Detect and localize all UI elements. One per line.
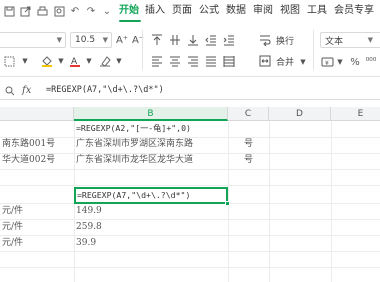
export-icon[interactable] [18,4,32,18]
zoom-formula-icon[interactable] [3,84,17,98]
align-top-icon[interactable] [150,33,164,47]
clear-format-icon[interactable] [98,54,112,68]
cell-b9[interactable]: 39.9 [76,236,96,251]
column-header-a[interactable] [0,107,74,121]
cell-c2[interactable]: 号 [244,137,253,152]
chevron-down-icon[interactable]: ▼ [296,55,310,69]
font-size-select[interactable]: 10.5 ▼ [70,32,112,48]
redo-icon[interactable]: ↷ [84,4,98,18]
chevron-down-icon: ▼ [367,36,373,44]
wrap-text-icon[interactable] [258,33,272,47]
chevron-down-icon[interactable]: ▼ [333,55,347,69]
tab-tools[interactable]: 工具 [307,3,327,19]
spreadsheet-grid[interactable]: =REGEXP(A2,"[一-龟]+",0) 南东路001号 广东省深圳市罗湖区… [0,121,380,282]
align-left-icon[interactable] [150,54,164,68]
align-bottom-icon[interactable] [186,33,200,47]
undo-icon[interactable]: ↶ [68,4,82,18]
cell-b7[interactable]: 149.9 [76,204,102,219]
tab-insert[interactable]: 插入 [145,3,165,19]
save-icon[interactable] [2,4,16,18]
percent-icon[interactable]: % [348,55,362,69]
ribbon-toolbar: ▼ 10.5 ▼ A⁺ A⁻ ▼ ▼ A ▼ ▼ 换行 合并 ▼ 文本 ▼ ¥ … [0,22,380,77]
cell-b8[interactable]: 259.8 [76,220,102,235]
grid-line [0,251,380,252]
cell-b2[interactable]: 广东省深圳市罗湖区深南东路 [76,137,193,152]
grid-line [269,121,270,282]
thousands-separator-icon[interactable]: ⁰⁰⁰ [364,55,378,69]
formula-input[interactable]: =REGEXP(A7,"\d+\.?\d*") [46,85,164,95]
font-grow-icon[interactable]: A⁺ [115,33,129,47]
tab-member[interactable]: 会员专享 [334,3,374,19]
cell-a3[interactable]: 华大道002号 [2,153,55,168]
chevron-down-icon: ▼ [56,36,62,44]
borders-icon[interactable] [2,54,16,68]
font-name-select[interactable]: ▼ [0,32,66,48]
fill-handle[interactable] [225,201,230,206]
merge-cells-icon[interactable] [258,54,272,68]
grid-line [0,235,380,236]
align-center-icon[interactable] [168,54,182,68]
grid-line [0,169,380,170]
print-icon[interactable] [35,4,49,18]
tab-data[interactable]: 数据 [226,3,246,19]
number-format-value: 文本 [325,36,344,47]
number-format-select[interactable]: 文本 ▼ [320,32,380,48]
align-right-icon[interactable] [186,54,200,68]
indent-increase-icon[interactable] [222,33,236,47]
fill-color-icon[interactable] [40,54,54,68]
tab-page[interactable]: 页面 [172,3,192,19]
chevron-down-icon[interactable]: ▼ [54,54,68,68]
chevron-down-icon[interactable]: ▼ [112,54,126,68]
tab-review[interactable]: 审阅 [253,3,273,19]
tab-view[interactable]: 视图 [280,3,300,19]
column-header-e[interactable]: E [331,107,380,121]
tab-home[interactable]: 开始 [119,3,139,19]
justify-icon[interactable] [204,54,218,68]
insert-function-icon[interactable]: fx [22,85,31,96]
ribbon-divider [313,30,314,70]
currency-icon[interactable]: ¥ [320,55,334,69]
preview-icon[interactable] [52,4,66,18]
column-header-d[interactable]: D [269,107,331,121]
chevron-down-icon: ▼ [102,36,108,44]
grid-line [0,185,380,186]
grid-line [0,219,380,220]
column-header-b[interactable]: B [74,107,228,121]
cell-a8[interactable]: 元/件 [2,220,23,235]
font-color-icon[interactable]: A [68,54,82,68]
svg-text:¥: ¥ [325,60,329,67]
ribbon-divider [142,30,143,70]
font-size-value: 10.5 [75,35,96,45]
indent-decrease-icon[interactable] [204,33,218,47]
chevron-down-icon[interactable]: ▼ [18,54,32,68]
formula-bar: fx =REGEXP(A7,"\d+\.?\d*") [0,82,380,100]
wrap-text-button[interactable]: 换行 [276,34,294,47]
grid-line [331,121,332,282]
tab-formulas[interactable]: 公式 [199,3,219,19]
align-middle-icon[interactable] [168,33,182,47]
cell-b1[interactable]: =REGEXP(A2,"[一-龟]+",0) [76,121,191,136]
cell-b6[interactable]: =REGEXP(A7,"\d+\.?\d*") [77,188,190,203]
cell-a2[interactable]: 南东路001号 [2,137,55,152]
chevron-down-icon[interactable]: ⌄ [100,4,114,18]
cell-a7[interactable]: 元/件 [2,204,23,219]
column-header-c[interactable]: C [228,107,269,121]
grid-line [0,267,380,268]
chevron-down-icon[interactable]: ▼ [82,54,96,68]
cell-a9[interactable]: 元/件 [2,236,23,251]
merge-button[interactable]: 合并 [276,55,294,68]
cell-c3[interactable]: 号 [244,153,253,168]
menu-bar: ↶ ↷ ⌄ 开始 插入 页面 公式 数据 审阅 视图 工具 会员专享 [0,0,380,22]
distributed-icon[interactable] [222,54,236,68]
cell-b3[interactable]: 广东省深圳市龙华区龙华大道 [76,153,193,168]
